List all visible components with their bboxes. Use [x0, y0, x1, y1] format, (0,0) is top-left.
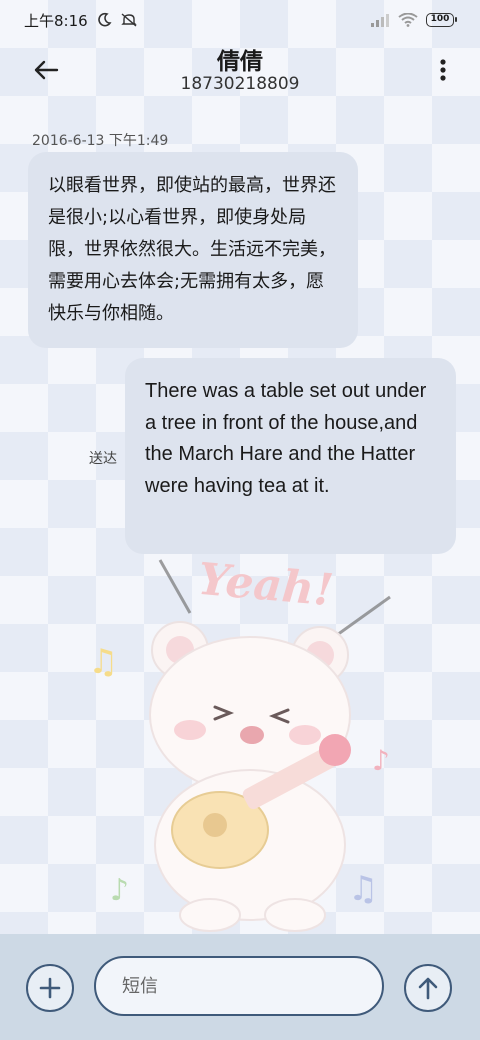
wifi-icon: [398, 13, 418, 27]
battery-icon: 100: [426, 13, 457, 27]
incoming-message-text: 以眼看世界，即使站的最高，世界还是很小;以心看世界，即使身处局限，世界依然很大。…: [48, 175, 336, 324]
svg-text:♫: ♫: [348, 869, 378, 909]
add-attachment-button[interactable]: [26, 964, 74, 1012]
contact-number: 18730218809: [180, 74, 300, 94]
incoming-message-bubble[interactable]: 以眼看世界，即使站的最高，世界还是很小;以心看世界，即使身处局限，世界依然很大。…: [28, 152, 358, 348]
more-options-button[interactable]: [436, 52, 450, 88]
svg-text:♪: ♪: [372, 744, 390, 777]
plus-icon: [39, 977, 61, 999]
message-input[interactable]: [94, 956, 384, 1016]
more-vert-icon: [440, 59, 446, 81]
bear-guitar-sticker: Yeah! ♫ ♪ ♫ ♪: [90, 555, 391, 932]
sticker-text: Yeah!: [196, 555, 335, 616]
status-time: 上午8:16: [24, 11, 88, 30]
composer-bar: [0, 934, 480, 1040]
send-arrow-icon: [418, 977, 438, 1000]
status-right: 100: [370, 13, 457, 27]
contact-name: 倩倩: [217, 49, 263, 75]
svg-text:♫: ♫: [90, 642, 118, 682]
mute-icon: [120, 13, 137, 27]
battery-level: 100: [430, 14, 450, 24]
conversation-header: 倩倩 18730218809: [0, 40, 480, 100]
moon-icon: [97, 12, 112, 27]
signal-icon: [371, 14, 389, 27]
message-timestamp: 2016-6-13 下午1:49: [32, 133, 169, 149]
status-left: 上午8:16: [24, 10, 138, 31]
send-button[interactable]: [404, 964, 452, 1012]
outgoing-message-text: There was a table set out under a tree i…: [145, 380, 427, 497]
svg-text:♪: ♪: [110, 873, 129, 908]
status-bar: 上午8:16 100: [0, 0, 480, 40]
delivery-status: 送达: [89, 451, 117, 467]
outgoing-message-bubble[interactable]: There was a table set out under a tree i…: [125, 358, 456, 554]
